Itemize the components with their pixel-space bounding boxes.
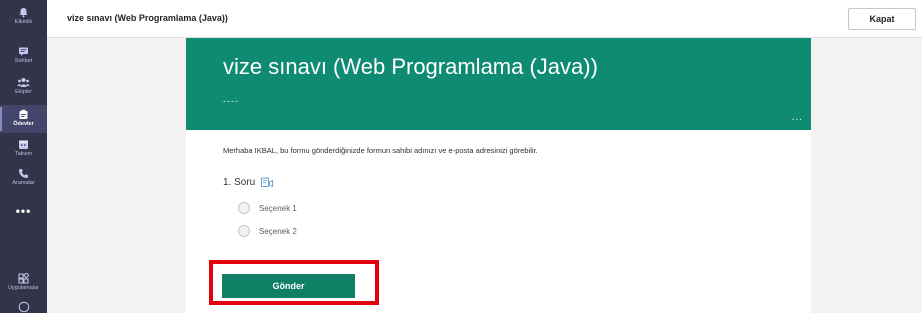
rail-item-help[interactable] bbox=[0, 301, 47, 313]
help-icon bbox=[17, 301, 31, 313]
rail-item-assignments[interactable]: Ödevler bbox=[0, 105, 47, 133]
rail-item-teams[interactable]: Ekipler bbox=[0, 76, 47, 102]
choice-option-1[interactable]: Seçenek 1 bbox=[238, 202, 297, 214]
choice-option-2[interactable]: Seçenek 2 bbox=[238, 225, 297, 237]
form-subtitle: ---- bbox=[223, 96, 239, 106]
submit-button[interactable]: Gönder bbox=[222, 274, 355, 298]
rail-item-label: Etkinlik bbox=[14, 19, 33, 25]
more-apps-button[interactable]: ••• bbox=[0, 204, 47, 218]
question-label: 1. Soru bbox=[223, 177, 256, 188]
rail-item-label: Takvim bbox=[14, 151, 33, 157]
close-button[interactable]: Kapat bbox=[848, 8, 916, 30]
option-label: Seçenek 2 bbox=[259, 226, 297, 236]
question-header: 1. Soru bbox=[223, 177, 274, 188]
rail-item-apps[interactable]: Uygulamalar bbox=[0, 272, 47, 298]
top-bar: vize sınavı (Web Programlama (Java)) Kap… bbox=[47, 0, 922, 38]
chat-icon bbox=[17, 45, 31, 57]
form-title: vize sınavı (Web Programlama (Java)) bbox=[223, 54, 598, 79]
immersive-reader-icon[interactable] bbox=[261, 177, 274, 188]
option-label: Seçenek 1 bbox=[259, 203, 297, 213]
rail-item-label: Ödevler bbox=[13, 121, 34, 127]
rail-item-label: Aramalar bbox=[12, 180, 35, 186]
more-options-button[interactable]: ... bbox=[792, 112, 803, 123]
teams-icon bbox=[17, 76, 31, 88]
form-banner: vize sınavı (Web Programlama (Java)) ---… bbox=[186, 38, 811, 130]
phone-icon bbox=[17, 167, 31, 179]
assignments-icon bbox=[17, 108, 31, 120]
bell-icon bbox=[17, 6, 31, 18]
rail-item-chat[interactable]: Sohbet bbox=[0, 45, 47, 71]
radio-button[interactable] bbox=[238, 202, 250, 214]
rail-item-label: Uygulamalar bbox=[8, 285, 39, 291]
identity-notice: Merhaba IKBAL, bu formu gönderdiğinizde … bbox=[223, 146, 538, 155]
radio-button[interactable] bbox=[238, 225, 250, 237]
rail-item-calendar[interactable]: Takvim bbox=[0, 138, 47, 164]
apps-icon bbox=[17, 272, 31, 284]
calendar-icon bbox=[17, 138, 31, 150]
rail-item-activity[interactable]: Etkinlik bbox=[0, 6, 47, 32]
rail-item-label: Ekipler bbox=[15, 89, 32, 95]
app-rail: Etkinlik Sohbet Ekipler Ödevler Takvim A… bbox=[0, 0, 47, 313]
rail-item-label: Sohbet bbox=[14, 58, 33, 64]
rail-item-calls[interactable]: Aramalar bbox=[0, 167, 47, 193]
window-title: vize sınavı (Web Programlama (Java)) bbox=[67, 13, 228, 23]
